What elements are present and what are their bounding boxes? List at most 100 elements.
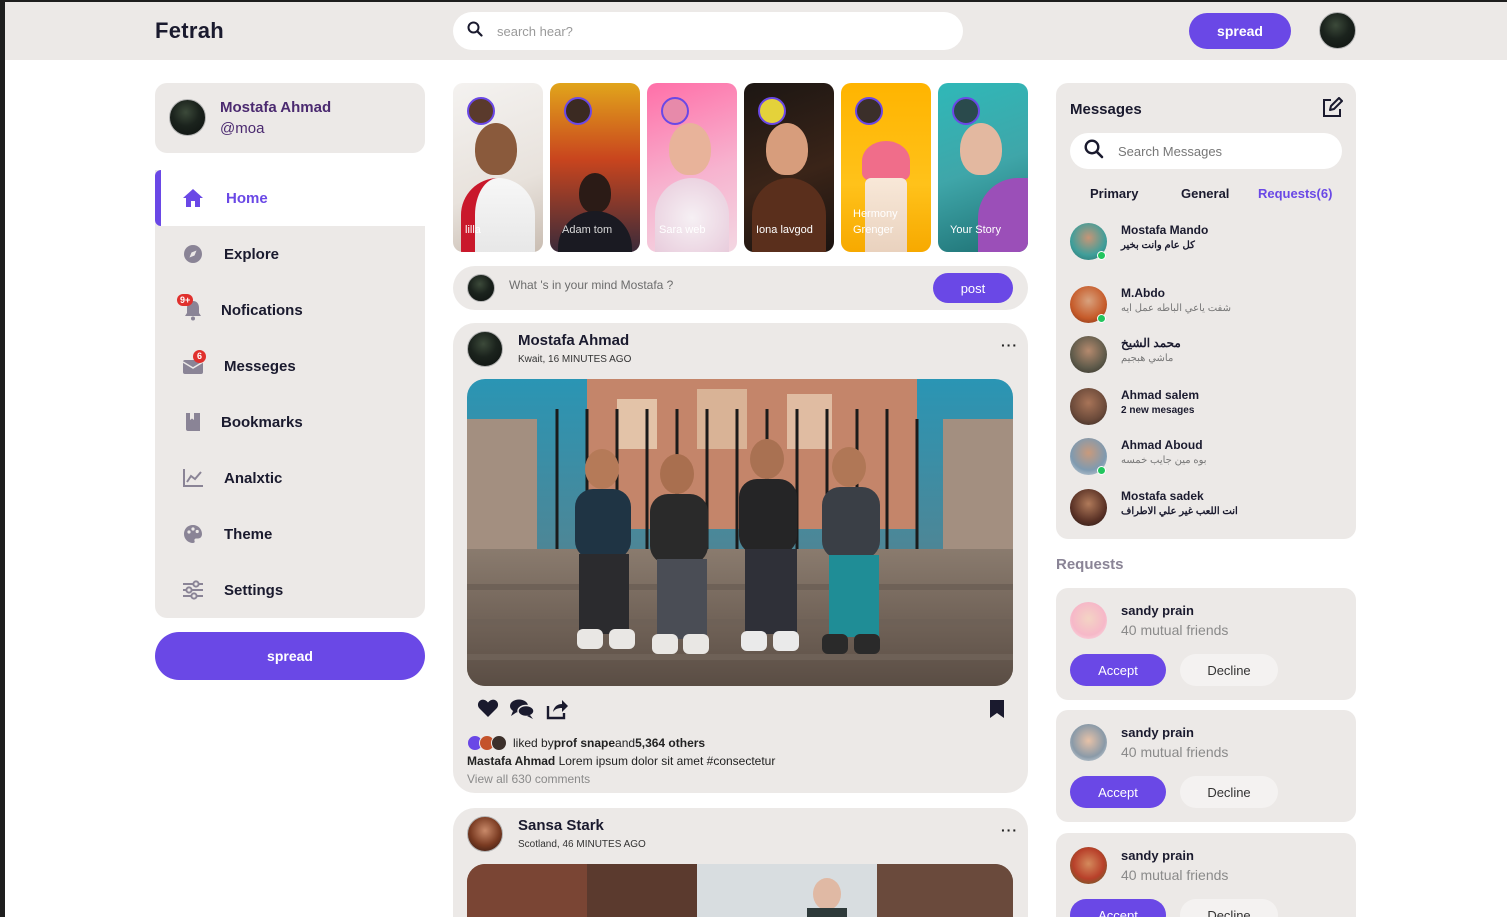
story-name: Adam tom: [562, 224, 613, 236]
palette-icon: [181, 522, 205, 546]
contact-item[interactable]: Mostafa Mando كل عام وانت بخير: [1070, 223, 1350, 263]
tab-requests[interactable]: Requests(6): [1258, 186, 1332, 201]
contact-name: Mostafa Mando: [1121, 223, 1209, 237]
accept-button[interactable]: Accept: [1070, 899, 1166, 917]
story-avatar: [758, 97, 786, 125]
feed-post: Sansa Stark Scotland, 46 MINUTES AGO ···: [453, 808, 1028, 917]
post-author[interactable]: Mostafa Ahmad: [518, 332, 629, 349]
post-caption: Mastafa Ahmad Lorem ipsum dolor sit amet…: [467, 754, 776, 768]
contact-item[interactable]: M.Abdo شفت ياعي الباطه عمل ايه: [1070, 286, 1350, 326]
contact-item[interactable]: Mostafa sadek انت اللعب غير علي الاطراف: [1070, 489, 1350, 529]
request-name[interactable]: sandy prain: [1121, 848, 1194, 863]
messages-badge: 6: [193, 350, 206, 363]
contact-item[interactable]: Ahmad salem 2 new mesages: [1070, 388, 1350, 428]
bookmark-icon[interactable]: [989, 699, 1005, 724]
liked-others[interactable]: 5,364 others: [635, 736, 705, 750]
search-input[interactable]: [497, 23, 917, 39]
sidebar-item-notifications[interactable]: 9+ Nofications: [155, 282, 425, 338]
story-photo: [862, 141, 910, 181]
accept-button[interactable]: Accept: [1070, 776, 1166, 808]
request-name[interactable]: sandy prain: [1121, 725, 1194, 740]
sidebar-item-bookmarks[interactable]: Bookmarks: [155, 394, 425, 450]
accept-button[interactable]: Accept: [1070, 654, 1166, 686]
caption-author[interactable]: Mastafa Ahmad: [467, 754, 555, 768]
post-author[interactable]: Sansa Stark: [518, 817, 604, 834]
heart-icon[interactable]: [477, 698, 499, 725]
compose-avatar: [467, 274, 495, 302]
sidebar-item-home[interactable]: Home: [155, 170, 425, 226]
contact-item[interactable]: Ahmad Aboud بوه مين جايب خمسه: [1070, 438, 1350, 478]
sidebar-item-label: Theme: [224, 525, 273, 543]
liked-user[interactable]: prof snape: [554, 736, 615, 750]
sidebar-item-label: Explore: [224, 245, 280, 263]
sidebar-item-theme[interactable]: Theme: [155, 506, 425, 562]
decline-button[interactable]: Decline: [1180, 654, 1278, 686]
contact-message: انت اللعب غير علي الاطراف: [1121, 506, 1238, 517]
compass-icon: [181, 242, 205, 266]
contact-name: M.Abdo: [1121, 286, 1165, 300]
sidebar-item-explore[interactable]: Explore: [155, 226, 425, 282]
sidebar-item-messages[interactable]: 6 Messeges: [155, 338, 425, 394]
compose-input[interactable]: [509, 278, 889, 292]
decline-button[interactable]: Decline: [1180, 776, 1278, 808]
story-name: Iona lavgod: [756, 224, 813, 236]
view-comments-link[interactable]: View all 630 comments: [467, 772, 590, 786]
story-card[interactable]: lilla: [453, 83, 543, 252]
post-photo[interactable]: [467, 864, 1013, 917]
user-avatar[interactable]: [1319, 12, 1356, 49]
contact-item[interactable]: محمد الشيخ ماشي هبجيم: [1070, 336, 1350, 376]
contact-message: شفت ياعي الباطه عمل ايه: [1121, 303, 1231, 314]
story-card[interactable]: Adam tom: [550, 83, 640, 252]
app-logo[interactable]: Fetrah: [155, 18, 224, 44]
spread-button[interactable]: spread: [1189, 13, 1291, 49]
request-avatar[interactable]: [1070, 602, 1107, 639]
story-card[interactable]: Iona lavgod: [744, 83, 834, 252]
messages-search-input[interactable]: [1118, 143, 1318, 159]
post-photo[interactable]: [467, 379, 1013, 686]
sidebar-item-label: Messeges: [224, 357, 296, 375]
share-icon[interactable]: [545, 698, 569, 725]
search-bar[interactable]: [453, 12, 963, 50]
request-avatar[interactable]: [1070, 847, 1107, 884]
more-options-icon[interactable]: ···: [1001, 822, 1018, 838]
bookmark-icon: [181, 410, 205, 434]
likes-summary: liked by prof snape and 5,364 others: [467, 735, 705, 751]
stories-row: lilla Adam tom Sara web Iona lavgod Herm…: [453, 83, 1028, 253]
story-photo: [960, 123, 1002, 175]
liker-avatars: [467, 735, 507, 751]
post-author-avatar[interactable]: [467, 816, 503, 852]
tab-primary[interactable]: Primary: [1090, 186, 1138, 201]
sidebar-item-label: Analxtic: [224, 469, 283, 487]
story-photo: [579, 173, 611, 213]
search-icon: [1084, 138, 1104, 164]
post-author-avatar[interactable]: [467, 331, 503, 367]
post-meta: Kwait, 16 MINUTES AGO: [518, 354, 632, 365]
sidebar-item-settings[interactable]: Settings: [155, 562, 425, 618]
sidebar-item-analytics[interactable]: Analxtic: [155, 450, 425, 506]
tab-general[interactable]: General: [1181, 186, 1229, 201]
story-card[interactable]: Sara web: [647, 83, 737, 252]
contact-name: Mostafa sadek: [1121, 489, 1204, 503]
request-name[interactable]: sandy prain: [1121, 603, 1194, 618]
requests-heading: Requests: [1056, 556, 1124, 573]
post-button[interactable]: post: [933, 273, 1013, 303]
sidebar-spread-button[interactable]: spread: [155, 632, 425, 680]
more-options-icon[interactable]: ···: [1001, 337, 1018, 353]
request-avatar[interactable]: [1070, 724, 1107, 761]
contact-avatar: [1070, 388, 1107, 425]
online-indicator: [1097, 466, 1106, 475]
messages-search[interactable]: [1070, 133, 1342, 169]
contact-avatar: [1070, 336, 1107, 373]
decline-button[interactable]: Decline: [1180, 899, 1278, 917]
profile-name: Mostafa Ahmad: [220, 99, 332, 116]
story-avatar: [952, 97, 980, 125]
story-name: Sara web: [659, 224, 706, 236]
edit-icon[interactable]: [1321, 97, 1343, 124]
post-actions: [477, 698, 569, 725]
messages-title: Messages: [1070, 101, 1142, 118]
contact-name: Ahmad Aboud: [1121, 438, 1203, 452]
story-card[interactable]: Your Story: [938, 83, 1028, 252]
comment-icon[interactable]: [509, 698, 535, 725]
story-card[interactable]: Hermony Grenger: [841, 83, 931, 252]
profile-card[interactable]: Mostafa Ahmad @moa: [155, 83, 425, 153]
